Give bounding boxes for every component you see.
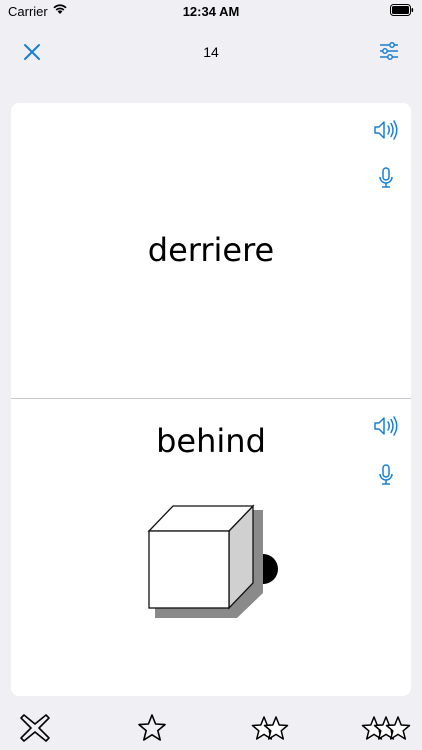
two-stars-icon — [251, 716, 289, 740]
front-word: derriere — [147, 231, 275, 269]
front-mic-button[interactable] — [372, 166, 400, 190]
settings-button[interactable] — [378, 40, 400, 62]
microphone-icon — [379, 464, 393, 485]
one-star-icon — [138, 714, 166, 741]
microphone-icon — [379, 167, 393, 188]
rate-three-stars-button[interactable] — [361, 712, 411, 744]
card-counter: 14 — [203, 44, 219, 60]
speaker-icon — [374, 120, 398, 140]
battery-icon — [390, 4, 414, 16]
back-word: behind — [156, 422, 266, 460]
rating-bar — [0, 706, 422, 750]
back-mic-button[interactable] — [372, 463, 400, 487]
cube-illustration — [141, 501, 281, 621]
card-divider — [11, 398, 411, 399]
three-stars-icon — [361, 716, 411, 740]
front-speaker-button[interactable] — [372, 118, 400, 142]
flashcard[interactable]: derriere behind — [11, 103, 411, 696]
x-outline-icon — [20, 714, 50, 742]
rate-again-button[interactable] — [18, 712, 52, 744]
sliders-icon — [380, 42, 398, 60]
nav-bar: 14 — [0, 30, 422, 74]
status-bar: Carrier 12:34 AM — [0, 0, 422, 22]
rate-one-star-button[interactable] — [136, 712, 168, 744]
rate-two-stars-button[interactable] — [250, 712, 290, 744]
status-time: 12:34 AM — [182, 4, 240, 19]
